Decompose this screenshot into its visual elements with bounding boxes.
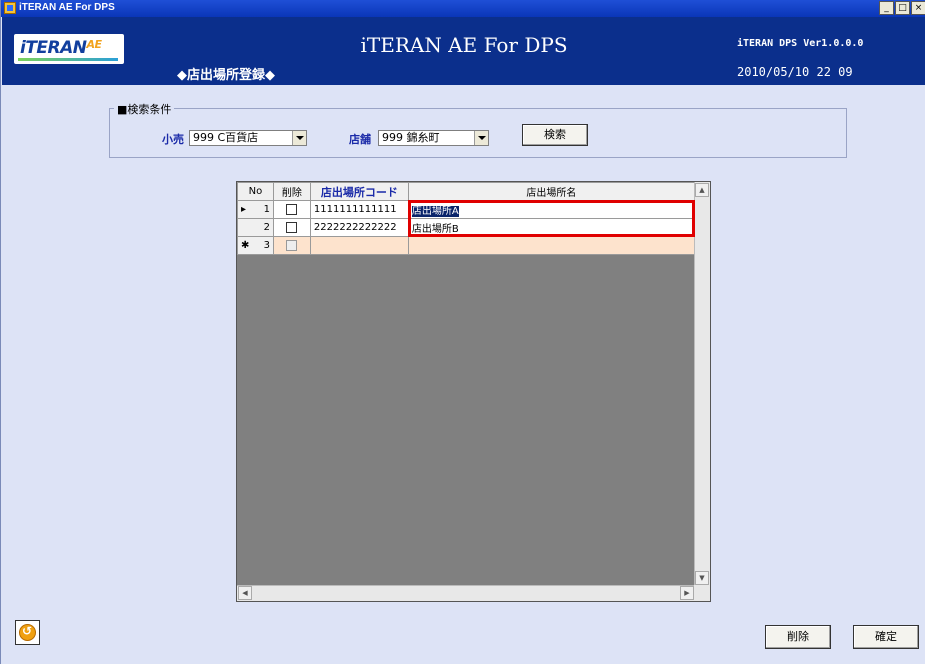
app-header: iTERANAE iTERAN AE For DPS ◆店出場所登録◆ iTER…: [2, 17, 925, 85]
scrollbar-corner: [694, 585, 710, 601]
app-window: iTERAN AE For DPS _ □ × iTERANAE iTERAN …: [0, 0, 925, 664]
location-code-cell[interactable]: 2222222222222: [309, 218, 409, 237]
back-arrow-icon: [19, 624, 36, 641]
scroll-right-icon[interactable]: ▶: [680, 586, 694, 600]
search-conditions-group: ■検索条件 小売 999 C百貨店 店舗 999 錦糸町 検索: [109, 101, 847, 158]
datetime-label: 2010/05/10 22 09: [737, 65, 853, 79]
retail-select[interactable]: 999 C百貨店: [189, 130, 307, 146]
row-number[interactable]: ✱ 3: [237, 236, 274, 255]
current-row-arrow-icon: ▸: [241, 204, 247, 215]
scroll-left-icon[interactable]: ◀: [238, 586, 252, 600]
location-grid: No 削除 店出場所コード 店出場所名 ▸ 1 1111111111111 店出場…: [236, 181, 711, 602]
retail-select-value: 999 C百貨店: [193, 131, 259, 144]
search-button[interactable]: 検索: [522, 124, 588, 146]
chevron-down-icon[interactable]: [474, 131, 488, 145]
store-select-value: 999 錦糸町: [382, 131, 440, 144]
horizontal-scrollbar[interactable]: ◀ ▶: [237, 585, 695, 601]
scroll-down-icon[interactable]: ▼: [695, 571, 709, 585]
row-number[interactable]: ▸ 1: [237, 200, 274, 219]
new-row[interactable]: ✱ 3: [237, 236, 696, 255]
close-button[interactable]: ×: [911, 1, 925, 15]
app-icon: [4, 2, 16, 14]
delete-checkbox-cell[interactable]: [272, 200, 311, 219]
minimize-button[interactable]: _: [879, 1, 894, 15]
new-row-asterisk-icon: ✱: [241, 240, 250, 251]
maximize-button[interactable]: □: [895, 1, 910, 15]
scroll-up-icon[interactable]: ▲: [695, 183, 709, 197]
delete-checkbox[interactable]: [286, 203, 298, 215]
highlight-box: [408, 200, 695, 237]
store-select[interactable]: 999 錦糸町: [378, 130, 489, 146]
delete-checkbox[interactable]: [286, 221, 298, 233]
store-label: 店舗: [349, 133, 371, 146]
delete-checkbox-cell[interactable]: [272, 236, 311, 255]
screen-title: ◆店出場所登録◆: [177, 68, 275, 83]
row-number[interactable]: 2: [237, 218, 274, 237]
window-controls: _ □ ×: [878, 1, 925, 16]
column-header-delete[interactable]: 削除: [272, 182, 311, 201]
column-header-name[interactable]: 店出場所名: [407, 182, 696, 201]
location-name-cell[interactable]: [407, 236, 696, 255]
chevron-down-icon[interactable]: [292, 131, 306, 145]
delete-checkbox-cell[interactable]: [272, 218, 311, 237]
version-label: iTERAN DPS Ver1.0.0.0: [737, 38, 864, 49]
vertical-scrollbar[interactable]: ▲ ▼: [694, 182, 710, 586]
location-code-cell[interactable]: [309, 236, 409, 255]
back-button[interactable]: [15, 620, 40, 645]
location-code-cell[interactable]: 1111111111111: [309, 200, 409, 219]
search-conditions-legend: ■検索条件: [114, 101, 175, 117]
column-header-no[interactable]: No: [237, 182, 274, 201]
title-bar[interactable]: iTERAN AE For DPS _ □ ×: [1, 0, 925, 17]
table-header-row: No 削除 店出場所コード 店出場所名: [237, 182, 696, 201]
delete-checkbox[interactable]: [286, 239, 298, 251]
column-header-code[interactable]: 店出場所コード: [309, 182, 409, 201]
window-title: iTERAN AE For DPS: [19, 2, 115, 13]
confirm-button[interactable]: 確定: [853, 625, 919, 649]
retail-label: 小売: [162, 133, 184, 146]
delete-button[interactable]: 削除: [765, 625, 831, 649]
